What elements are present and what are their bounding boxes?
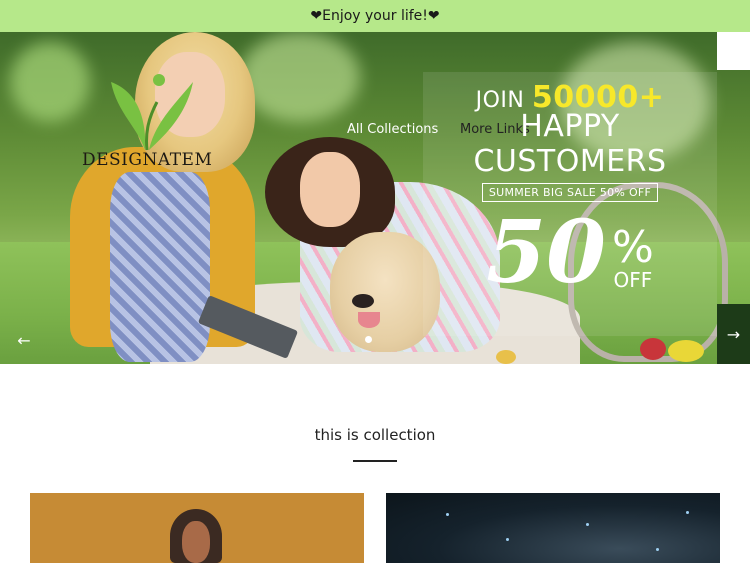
header-corner-box bbox=[717, 32, 750, 70]
promo-block: JOIN 50000+ HAPPY CUSTOMERS SUMMER BIG S… bbox=[423, 72, 717, 296]
fruit-apple bbox=[496, 350, 516, 364]
leaf-logo-icon bbox=[111, 74, 193, 151]
slide-prev-button[interactable]: ← bbox=[12, 328, 36, 352]
collection-card[interactable] bbox=[30, 493, 364, 563]
arrow-left-icon: ← bbox=[17, 330, 31, 350]
promo-happy-customers: HAPPY CUSTOMERS bbox=[473, 109, 667, 179]
woman-left-dress bbox=[110, 172, 210, 362]
woman-right-face bbox=[300, 152, 360, 227]
promo-percent-off: % OFF bbox=[612, 226, 654, 296]
collection-card[interactable] bbox=[386, 493, 720, 563]
site-logo[interactable]: DESIGNATEM bbox=[82, 72, 212, 170]
brand-name: DESIGNATEM bbox=[82, 150, 213, 170]
promo-discount: 50 % OFF bbox=[423, 210, 717, 296]
fruit-pear bbox=[668, 340, 704, 362]
fruit-apple bbox=[640, 338, 666, 360]
bokeh-light bbox=[446, 513, 449, 516]
slide-dot-active[interactable] bbox=[365, 336, 372, 343]
arrow-right-icon: → bbox=[726, 324, 741, 344]
bokeh-light bbox=[656, 548, 659, 551]
heading-divider bbox=[353, 460, 397, 462]
dog-tongue bbox=[358, 312, 380, 328]
promo-percent-sign: % bbox=[611, 222, 654, 273]
promo-off-text: OFF bbox=[613, 268, 653, 292]
bokeh-light bbox=[240, 32, 360, 122]
dog-nose bbox=[352, 294, 374, 308]
hero-slideshow[interactable]: DESIGNATEM All Collections More Links JO… bbox=[0, 32, 750, 364]
promo-sale-badge: SUMMER BIG SALE 50% OFF bbox=[481, 183, 659, 202]
announcement-text: ❤Enjoy your life!❤ bbox=[310, 8, 440, 24]
promo-big-number: 50 bbox=[486, 202, 606, 303]
slide-next-button[interactable]: → bbox=[717, 304, 750, 364]
promo-join-text: JOIN bbox=[475, 88, 525, 113]
bokeh-light bbox=[686, 511, 689, 514]
bokeh-light bbox=[586, 523, 589, 526]
bokeh-light bbox=[506, 538, 509, 541]
announcement-bar: ❤Enjoy your life!❤ bbox=[0, 0, 750, 32]
collection-heading: this is collection bbox=[314, 426, 436, 444]
model-face bbox=[182, 521, 210, 563]
bokeh-light bbox=[10, 42, 90, 122]
